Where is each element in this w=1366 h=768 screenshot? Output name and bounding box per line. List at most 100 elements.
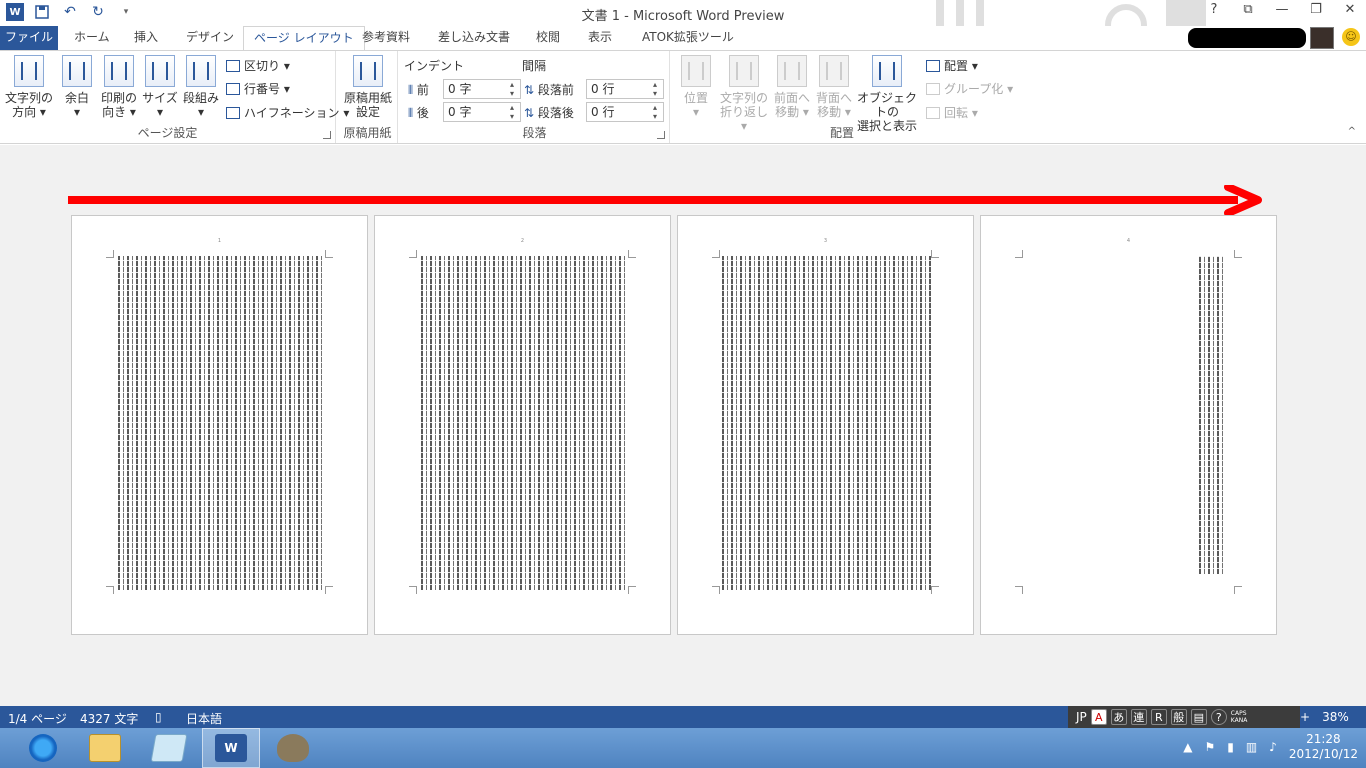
document-area[interactable]: 1 2 3 4 [0,145,1366,706]
crop-mark [628,250,636,258]
zoom-level[interactable]: 38% [1322,710,1349,724]
tab-view[interactable]: 表示 [578,26,622,50]
bring-forward-button[interactable]: 前面へ 移動 ▾ [772,55,812,119]
ime-mode[interactable]: JP [1076,710,1087,724]
crop-mark [712,250,720,258]
breaks-button[interactable]: 区切り ▾ [226,57,290,74]
ime-han-button[interactable]: 般 [1170,709,1187,725]
proofing-icon[interactable]: ▯ [155,710,162,724]
tab-file[interactable]: ファイル [0,26,58,50]
help-button[interactable]: ? [1204,2,1224,17]
word-count-status[interactable]: 4327 文字 [80,710,138,727]
paragraph-dialog-launcher[interactable] [657,131,665,139]
line-numbers-button[interactable]: 行番号 ▾ [226,80,290,97]
position-button[interactable]: 位置 ▾ [676,55,716,119]
breaks-label: 区切り ▾ [244,59,290,73]
notepad-taskbar-button[interactable] [140,728,198,768]
tab-atok-tools[interactable]: ATOK拡張ツール [632,26,744,50]
line-numbers-label: 行番号 ▾ [244,82,290,96]
tab-mailings[interactable]: 差し込み文書 [428,26,520,50]
orientation-button[interactable]: 印刷の 向き ▾ [98,55,140,119]
size-button[interactable]: サイズ ▾ [142,55,178,119]
page-setup-dialog-launcher[interactable] [323,131,331,139]
group-page-setup: 文字列の 方向 ▾ 余白 ▾ 印刷の 向き ▾ サイズ ▾ 段組み ▾ 区切り … [0,51,349,143]
atok-icon[interactable]: A [1090,709,1107,725]
align-button[interactable]: 配置 ▾ [926,57,978,74]
columns-button[interactable]: 段組み ▾ [182,55,220,119]
space-after-input[interactable]: 0 行 [586,102,664,122]
margins-button[interactable]: 余白 ▾ [58,55,96,119]
close-button[interactable]: ✕ [1340,2,1360,17]
red-arrow-annotation [68,185,1262,215]
feedback-smiley-icon[interactable]: ☺ [1342,28,1360,46]
page-number: 2 [520,238,525,244]
vertical-text-block [1199,256,1224,574]
space-before-input[interactable]: 0 行 [586,79,664,99]
tab-insert[interactable]: 挿入 [124,26,168,50]
clock[interactable]: 21:28 2012/10/12 [1289,732,1358,762]
maximize-button[interactable]: ❐ [1306,2,1326,17]
show-hidden-icons-icon[interactable]: ▲ [1183,740,1192,754]
crop-mark [409,586,417,594]
indent-after-input[interactable]: 0 字 [443,102,521,122]
group-button[interactable]: グループ化 ▾ [926,80,1013,97]
bring-forward-label: 前面へ 移動 ▾ [773,91,810,119]
crop-mark [931,250,939,258]
battery-icon[interactable]: ▮ [1227,740,1234,754]
explorer-taskbar-button[interactable] [76,728,134,768]
orientation-icon [104,55,134,87]
zoom-in-button[interactable]: + [1300,710,1310,724]
arrange-group-label: 配置 [829,126,854,140]
indent-before-input[interactable]: 0 字 [443,79,521,99]
account-name[interactable] [1188,28,1306,48]
avatar[interactable] [1310,27,1334,49]
ime-menu-icon[interactable]: ▤ [1190,709,1207,725]
ime-help-icon[interactable]: ? [1210,709,1227,725]
title-bar: W ↶ ↻ ▾ 文書 1 - Microsoft Word Preview ? … [0,0,1366,50]
text-direction-button[interactable]: 文字列の 方向 ▾ [4,55,54,119]
crop-mark [628,586,636,594]
tab-references[interactable]: 参考資料 [352,26,420,50]
spacing-heading: 間隔 [522,59,547,73]
document-page[interactable]: 2 [374,215,671,635]
document-page[interactable]: 1 [71,215,368,635]
ribbon-display-options-button[interactable]: ⧉ [1238,2,1258,17]
collapse-ribbon-icon[interactable]: ^ [1348,126,1356,137]
selection-pane-button[interactable]: オブジェクトの 選択と表示 [854,55,920,133]
network-icon[interactable]: ▥ [1246,740,1257,754]
minimize-button[interactable]: — [1272,2,1292,17]
wrap-text-button[interactable]: 文字列の 折り返し ▾ [716,55,772,133]
clock-date: 2012/10/12 [1288,747,1358,761]
page-number: 4 [1126,238,1131,244]
action-center-flag-icon[interactable]: ⚑ [1204,740,1215,754]
word-taskbar-button[interactable]: W [202,728,260,768]
tab-review[interactable]: 校閲 [526,26,570,50]
bring-forward-icon [777,55,807,87]
tab-design[interactable]: デザイン [176,26,244,50]
crop-mark [712,586,720,594]
volume-icon[interactable]: ♪ [1269,740,1277,754]
document-page[interactable]: 4 [980,215,1277,635]
language-status[interactable]: 日本語 [186,710,222,727]
tab-home[interactable]: ホーム [64,26,120,50]
gimp-taskbar-button[interactable] [264,728,322,768]
manuscript-settings-button[interactable]: 原稿用紙 設定 [342,55,394,119]
gimp-icon [277,734,309,762]
vertical-text-block [421,256,626,590]
ime-r-button[interactable]: R [1150,709,1167,725]
crop-mark [106,586,114,594]
page-count-status[interactable]: 1/4 ページ [8,710,67,727]
ime-ren-button[interactable]: 連 [1130,709,1147,725]
ie-taskbar-button[interactable] [14,728,72,768]
page-number: 1 [217,238,222,244]
hyphenation-button[interactable]: ハイフネーション ▾ [226,104,349,121]
document-page[interactable]: 3 [677,215,974,635]
rotate-button[interactable]: 回転 ▾ [926,104,978,121]
group-arrange: 位置 ▾ 文字列の 折り返し ▾ 前面へ 移動 ▾ 背面へ 移動 ▾ オブジェク… [672,51,1013,143]
margins-label: 余白 ▾ [64,91,89,119]
tab-page-layout[interactable]: ページ レイアウト [243,26,365,51]
send-backward-button[interactable]: 背面へ 移動 ▾ [814,55,854,119]
selection-pane-icon [872,55,902,87]
ime-kana-button[interactable]: あ [1110,709,1127,725]
manuscript-button-label: 原稿用紙 設定 [343,91,392,119]
